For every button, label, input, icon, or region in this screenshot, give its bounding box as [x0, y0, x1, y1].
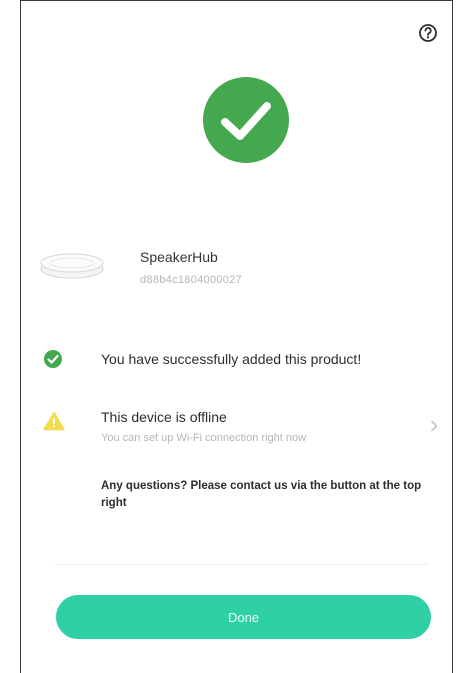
offline-device-row[interactable]: This device is offline You can set up Wi… [21, 401, 452, 457]
device-name: SpeakerHub [140, 249, 218, 265]
offline-subtitle: You can set up Wi-Fi connection right no… [101, 432, 307, 444]
device-info: SpeakerHub d88b4c1804000027 [39, 237, 439, 297]
question-circle-icon [419, 24, 437, 42]
speaker-hub-image [40, 253, 104, 279]
success-message: You have successfully added this product… [101, 351, 362, 367]
help-contact-text: Any questions? Please contact us via the… [101, 480, 422, 509]
help-button[interactable] [418, 23, 438, 43]
check-circle-small-icon [44, 350, 62, 368]
warning-triangle-icon [43, 411, 65, 431]
check-circle-icon [203, 77, 289, 163]
chevron-right-icon [431, 420, 438, 432]
app-screen: SpeakerHub d88b4c1804000027 You have suc… [20, 0, 453, 673]
device-id: d88b4c1804000027 [140, 274, 243, 286]
success-message-row: You have successfully added this product… [21, 345, 452, 375]
done-button[interactable]: Done [56, 595, 431, 639]
divider [55, 564, 427, 565]
offline-title: This device is offline [101, 409, 227, 425]
